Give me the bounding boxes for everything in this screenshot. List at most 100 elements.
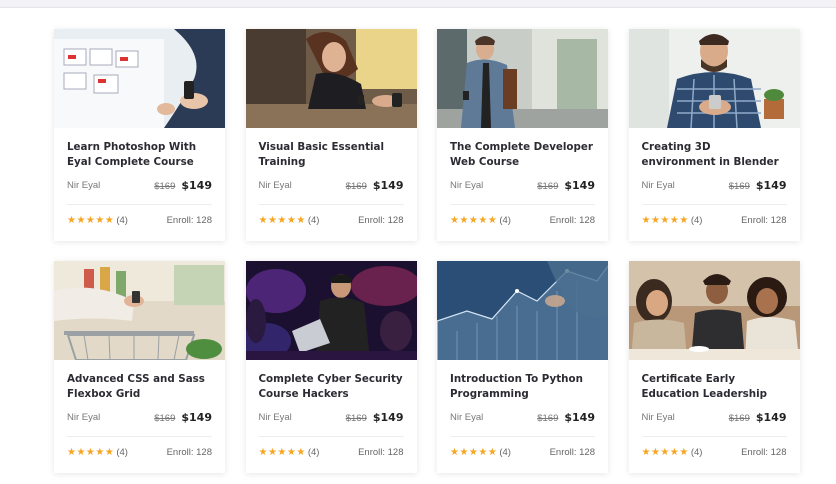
instructor-name[interactable]: Nir Eyal — [67, 180, 100, 191]
card-footer: ★★★★★ (4) Enroll: 128 — [67, 437, 212, 467]
course-card[interactable]: Visual Basic Essential Training Nir Eyal… — [245, 29, 417, 241]
price-group: $169 $149 — [537, 179, 595, 192]
course-card[interactable]: Creating 3D environment in Blender Nir E… — [628, 29, 800, 241]
star-rating-icon: ★★★★★ — [258, 446, 306, 458]
rating: ★★★★★ (4) — [450, 215, 511, 226]
sale-price: $149 — [372, 178, 404, 192]
card-footer: ★★★★★ (4) Enroll: 128 — [259, 205, 404, 235]
star-rating-icon: ★★★★★ — [67, 214, 115, 226]
enroll-count: Enroll: 128 — [741, 446, 787, 458]
sale-price: $149 — [755, 178, 787, 192]
price-group: $169 $149 — [154, 411, 212, 424]
rating: ★★★★★ (4) — [259, 215, 320, 226]
course-thumbnail[interactable] — [54, 29, 225, 128]
course-thumbnail[interactable] — [245, 29, 417, 128]
card-footer: ★★★★★ (4) Enroll: 128 — [450, 205, 595, 235]
course-meta: Nir Eyal $169 $149 — [67, 410, 212, 424]
enroll-count: Enroll: 128 — [358, 446, 404, 458]
course-card[interactable]: Certificate Early Education Leadership N… — [628, 261, 800, 473]
photoshop-ui-sketches-photo — [54, 29, 225, 128]
instructor-name[interactable]: Nir Eyal — [450, 412, 483, 423]
course-thumbnail[interactable] — [245, 261, 417, 360]
course-thumbnail[interactable] — [437, 29, 608, 128]
course-card[interactable]: Advanced CSS and Sass Flexbox Grid Nir E… — [54, 261, 225, 473]
original-price: $169 — [154, 412, 176, 424]
course-card[interactable]: Introduction To Python Programming Nir E… — [437, 261, 608, 473]
instructor-name[interactable]: Nir Eyal — [259, 180, 292, 191]
rating-count: (4) — [307, 446, 320, 458]
star-rating-icon: ★★★★★ — [641, 214, 689, 226]
course-title[interactable]: Complete Cyber Security Course Hackers — [259, 372, 404, 402]
price-group: $169 $149 — [154, 179, 212, 192]
star-rating-icon: ★★★★★ — [258, 214, 306, 226]
hackers-with-laptops-photo — [245, 261, 417, 360]
sale-price: $149 — [755, 410, 787, 424]
card-footer: ★★★★★ (4) Enroll: 128 — [642, 205, 787, 235]
data-chart-hologram-photo — [437, 261, 608, 360]
card-footer: ★★★★★ (4) Enroll: 128 — [67, 205, 212, 235]
course-meta: Nir Eyal $169 $149 — [642, 178, 787, 192]
browser-top-edge — [0, 0, 836, 8]
card-footer: ★★★★★ (4) Enroll: 128 — [450, 437, 595, 467]
instructor-name[interactable]: Nir Eyal — [642, 180, 675, 191]
course-meta: Nir Eyal $169 $149 — [450, 178, 595, 192]
course-thumbnail[interactable] — [628, 29, 800, 128]
star-rating-icon: ★★★★★ — [450, 214, 498, 226]
original-price: $169 — [728, 180, 750, 192]
price-group: $169 $149 — [346, 411, 404, 424]
rating-count: (4) — [116, 446, 128, 458]
original-price: $169 — [154, 180, 176, 192]
rating: ★★★★★ (4) — [67, 447, 128, 458]
sale-price: $149 — [372, 410, 404, 424]
course-title[interactable]: Learn Photoshop With Eyal Complete Cours… — [67, 140, 212, 170]
star-rating-icon: ★★★★★ — [67, 446, 115, 458]
sale-price: $149 — [564, 410, 595, 424]
star-rating-icon: ★★★★★ — [641, 446, 689, 458]
original-price: $169 — [537, 180, 559, 192]
sale-price: $149 — [181, 410, 212, 424]
course-meta: Nir Eyal $169 $149 — [450, 410, 595, 424]
course-thumbnail[interactable] — [628, 261, 800, 360]
course-meta: Nir Eyal $169 $149 — [259, 410, 404, 424]
course-title[interactable]: Advanced CSS and Sass Flexbox Grid — [67, 372, 212, 402]
rating: ★★★★★ (4) — [67, 215, 128, 226]
enroll-count: Enroll: 128 — [166, 446, 212, 458]
course-title[interactable]: Introduction To Python Programming — [450, 372, 595, 402]
rating: ★★★★★ (4) — [450, 447, 511, 458]
card-footer: ★★★★★ (4) Enroll: 128 — [259, 437, 404, 467]
enroll-count: Enroll: 128 — [741, 214, 787, 226]
price-group: $169 $149 — [729, 411, 787, 424]
original-price: $169 — [728, 412, 750, 424]
instructor-name[interactable]: Nir Eyal — [642, 412, 675, 423]
shopping-cart-phone-photo — [54, 261, 225, 360]
card-footer: ★★★★★ (4) Enroll: 128 — [642, 437, 787, 467]
original-price: $169 — [537, 412, 559, 424]
woman-using-phone-photo — [245, 29, 417, 128]
course-thumbnail[interactable] — [54, 261, 225, 360]
rating-count: (4) — [690, 214, 703, 226]
smiling-man-with-phone-photo — [628, 29, 800, 128]
course-card[interactable]: Complete Cyber Security Course Hackers N… — [245, 261, 417, 473]
course-card[interactable]: The Complete Developer Web Course Nir Ey… — [437, 29, 608, 241]
rating-count: (4) — [116, 214, 128, 226]
course-title[interactable]: The Complete Developer Web Course — [450, 140, 595, 170]
instructor-name[interactable]: Nir Eyal — [450, 180, 483, 191]
rating: ★★★★★ (4) — [642, 447, 703, 458]
friends-at-cafe-photo — [628, 261, 800, 360]
rating-count: (4) — [499, 446, 511, 458]
price-group: $169 $149 — [729, 179, 787, 192]
course-title[interactable]: Creating 3D environment in Blender — [642, 140, 787, 170]
man-walking-with-phone-photo — [437, 29, 608, 128]
course-title[interactable]: Certificate Early Education Leadership — [642, 372, 787, 402]
price-group: $169 $149 — [537, 411, 595, 424]
course-title[interactable]: Visual Basic Essential Training — [259, 140, 404, 170]
enroll-count: Enroll: 128 — [166, 214, 212, 226]
price-group: $169 $149 — [346, 179, 404, 192]
instructor-name[interactable]: Nir Eyal — [67, 412, 100, 423]
enroll-count: Enroll: 128 — [549, 446, 595, 458]
course-card[interactable]: Learn Photoshop With Eyal Complete Cours… — [54, 29, 225, 241]
course-thumbnail[interactable] — [437, 261, 608, 360]
rating: ★★★★★ (4) — [259, 447, 320, 458]
rating-count: (4) — [499, 214, 511, 226]
instructor-name[interactable]: Nir Eyal — [259, 412, 292, 423]
